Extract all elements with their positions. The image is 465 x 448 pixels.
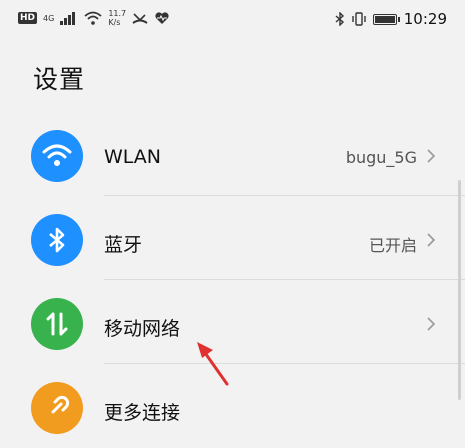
settings-item-label: WLAN [104,146,162,168]
network-speed-value: 11.7 [108,9,127,18]
battery-fill [374,15,395,23]
settings-item-label: 蓝牙 [104,234,143,256]
signal-icon [60,12,76,25]
settings-item-label: 更多连接 [104,402,181,424]
bluetooth-icon [49,227,65,253]
hd-badge: HD [18,12,38,24]
network-type: 4G [43,13,55,23]
network-speed-unit: K/s [108,18,121,27]
chevron-right-icon [427,149,436,163]
status-right: 10:29 [335,10,447,28]
chevron-right-icon [427,317,436,331]
settings-item-label: 移动网络 [104,318,181,340]
scrollbar[interactable] [458,180,461,400]
clock: 10:29 [403,10,447,28]
wlan-icon-circle [31,130,83,182]
vibrate-icon [352,12,366,26]
bluetooth-status-icon [335,12,344,26]
chevron-right-icon [427,233,436,247]
missed-call-icon [132,13,148,24]
page-title: 设置 [33,65,86,94]
settings-list: WLAN bugu_5G 蓝牙 已开启 移动网络 更多连接 [0,112,465,448]
wifi-status-icon [84,11,102,25]
status-left: HD 4G 11.7 K/s [18,9,170,27]
more-connections-icon-circle [31,382,83,434]
network-speed: 11.7 K/s [108,9,126,27]
red-arrow-annotation [197,342,229,386]
health-icon [155,12,169,24]
settings-item-value: 已开启 [368,236,417,255]
status-bar: HD 4G 11.7 K/s 10:29 [0,0,465,40]
settings-item-bluetooth[interactable]: 蓝牙 已开启 [0,196,465,280]
battery-icon [372,13,400,25]
settings-item-value: bugu_5G [345,148,417,167]
wifi-icon [42,144,72,166]
settings-item-wlan[interactable]: WLAN bugu_5G [0,112,465,196]
bluetooth-icon-circle [31,214,83,266]
mobile-data-icon [46,312,68,336]
mobile-network-icon-circle [31,298,83,350]
link-icon [51,395,70,414]
